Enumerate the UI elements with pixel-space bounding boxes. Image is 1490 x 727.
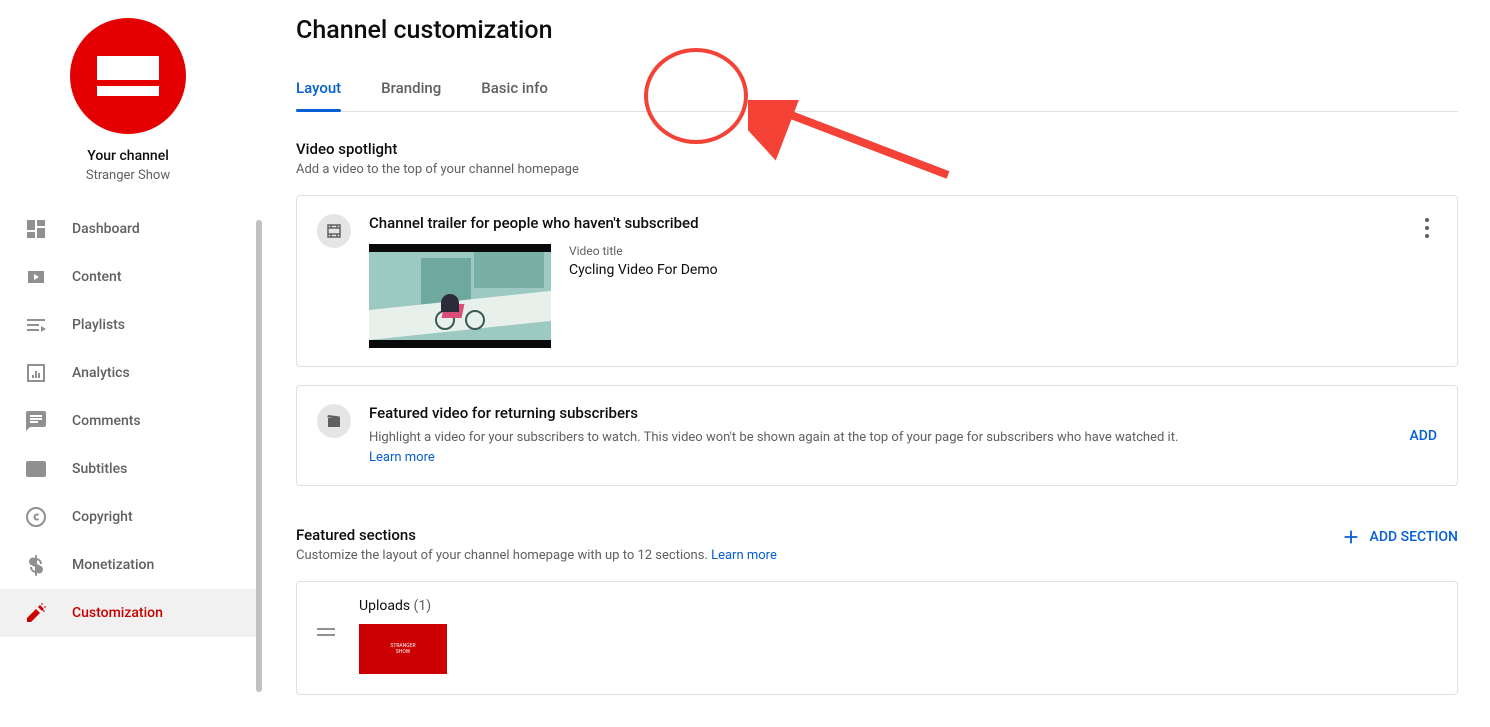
tab-branding[interactable]: Branding <box>381 69 441 111</box>
video-title-value: Cycling Video For Demo <box>569 262 718 278</box>
section-title: Video spotlight <box>296 140 1458 158</box>
sidebar-item-comments[interactable]: Comments <box>0 397 256 445</box>
card-description: Highlight a video for your subscribers t… <box>369 428 1199 467</box>
sidebar-item-label: Content <box>72 269 122 285</box>
channel-trailer-card: Channel trailer for people who haven't s… <box>296 195 1458 367</box>
sidebar-item-copyright[interactable]: Copyright <box>0 493 256 541</box>
section-title: Featured sections <box>296 526 777 544</box>
comments-icon <box>24 409 48 433</box>
learn-more-link[interactable]: Learn more <box>369 450 435 465</box>
sidebar-item-label: Subtitles <box>72 461 127 477</box>
sidebar-item-label: Playlists <box>72 317 125 333</box>
uploads-label: Uploads (1) <box>359 598 447 614</box>
upload-thumbnail[interactable]: STRANGERSHOW <box>359 624 447 674</box>
uploads-count: (1) <box>410 598 431 614</box>
analytics-icon <box>24 361 48 385</box>
add-section-button[interactable]: ADD SECTION <box>1340 526 1458 548</box>
your-channel-label: Your channel <box>87 148 169 164</box>
channel-block: Your channel Stranger Show <box>0 0 256 195</box>
sidebar-item-label: Monetization <box>72 557 154 573</box>
tab-layout[interactable]: Layout <box>296 69 341 111</box>
card-title: Channel trailer for people who haven't s… <box>369 214 1437 232</box>
video-spotlight-section: Video spotlight Add a video to the top o… <box>296 140 1458 177</box>
sidebar-item-label: Analytics <box>72 365 130 381</box>
page-title: Channel customization <box>296 16 1458 45</box>
tab-basic-info[interactable]: Basic info <box>481 69 548 111</box>
playlists-icon <box>24 313 48 337</box>
drag-handle-icon[interactable] <box>317 628 335 636</box>
channel-name: Stranger Show <box>86 168 170 183</box>
sidebar-item-label: Customization <box>72 605 163 621</box>
monetization-icon <box>24 553 48 577</box>
sidebar-item-label: Dashboard <box>72 221 140 237</box>
main-content: Channel customization Layout Branding Ba… <box>256 0 1490 727</box>
sidebar-nav: Dashboard Content Playlists Analytics Co… <box>0 205 256 637</box>
uploads-section-card: Uploads (1) STRANGERSHOW <box>296 581 1458 695</box>
sidebar-item-analytics[interactable]: Analytics <box>0 349 256 397</box>
more-options-button[interactable] <box>1413 210 1441 246</box>
sidebar-item-customization[interactable]: Customization <box>0 589 256 637</box>
copyright-icon <box>24 505 48 529</box>
sidebar: Your channel Stranger Show Dashboard Con… <box>0 0 256 727</box>
sidebar-item-label: Comments <box>72 413 141 429</box>
video-thumbnail[interactable] <box>369 244 551 348</box>
channel-avatar[interactable] <box>70 18 186 134</box>
sidebar-item-content[interactable]: Content <box>0 253 256 301</box>
subtitles-icon <box>24 457 48 481</box>
featured-returning-card: Featured video for returning subscribers… <box>296 385 1458 486</box>
sidebar-item-monetization[interactable]: Monetization <box>0 541 256 589</box>
dashboard-icon <box>24 217 48 241</box>
film-icon <box>317 214 351 248</box>
card-title: Featured video for returning subscribers <box>369 404 1437 422</box>
content-icon <box>24 265 48 289</box>
learn-more-link[interactable]: Learn more <box>711 548 777 563</box>
tabs: Layout Branding Basic info <box>296 69 1458 112</box>
sidebar-item-playlists[interactable]: Playlists <box>0 301 256 349</box>
add-button[interactable]: ADD <box>1409 428 1437 444</box>
video-title-label: Video title <box>569 244 718 258</box>
plus-icon <box>1340 526 1362 548</box>
section-subtitle: Customize the layout of your channel hom… <box>296 548 777 563</box>
section-subtitle: Add a video to the top of your channel h… <box>296 162 1458 177</box>
clapper-icon <box>317 404 351 438</box>
sidebar-item-subtitles[interactable]: Subtitles <box>0 445 256 493</box>
sidebar-item-dashboard[interactable]: Dashboard <box>0 205 256 253</box>
customization-icon <box>24 601 48 625</box>
sidebar-item-label: Copyright <box>72 509 133 525</box>
featured-sections-header: Featured sections Customize the layout o… <box>296 526 1458 563</box>
